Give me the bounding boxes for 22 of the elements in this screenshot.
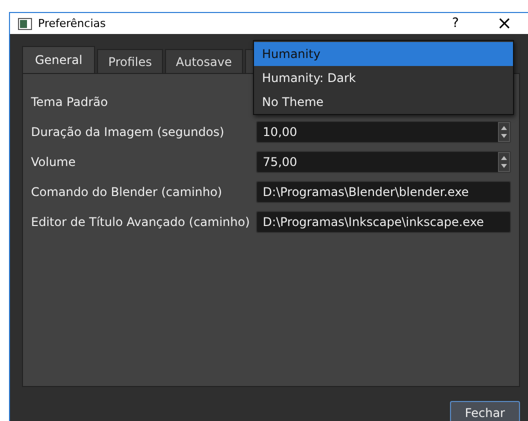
tab[interactable]: Profiles — [97, 49, 163, 73]
number-field[interactable]: 10,00 — [256, 121, 511, 143]
field-label: Volume — [31, 155, 77, 169]
field-label: Tema Padrão — [31, 95, 109, 109]
number-field[interactable]: 75,00 — [256, 151, 511, 173]
field-label: Editor de Título Avançado (caminho) — [31, 215, 250, 229]
path-field[interactable]: D:\Programas\Inkscape\inkscape.exe — [256, 211, 511, 233]
close-dialog-button[interactable]: Fechar — [450, 401, 520, 421]
help-button[interactable]: ? — [444, 16, 467, 31]
menu-item[interactable]: Humanity — [254, 42, 513, 66]
path-field[interactable]: D:\Programas\Blender\blender.exe — [256, 181, 511, 203]
close-button[interactable]: × — [488, 13, 520, 34]
menu-item[interactable]: No Theme — [254, 90, 513, 114]
tab[interactable]: Autosave — [164, 49, 243, 73]
tab[interactable]: General — [22, 46, 96, 73]
menu-item[interactable]: Humanity: Dark — [254, 66, 513, 90]
window-title: Preferências — [38, 17, 107, 30]
app-icon — [18, 18, 32, 30]
field-label: Comando do Blender (caminho) — [31, 185, 224, 199]
field-label: Duração da Imagem (segundos) — [31, 125, 226, 139]
spinner-arrows-icon[interactable] — [498, 152, 510, 172]
spinner-arrows-icon[interactable] — [498, 122, 510, 142]
